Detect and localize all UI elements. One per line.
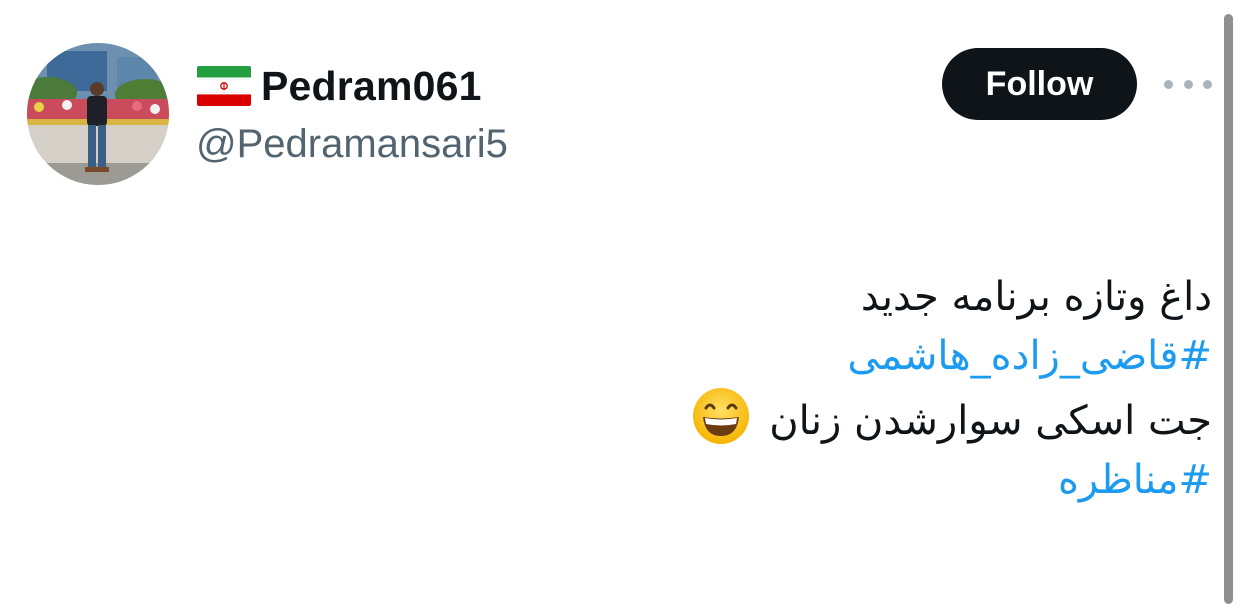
hashtag-link[interactable]: #قاضی_زاده_هاشمی [312,327,1212,386]
author-display-name[interactable]: Pedram061 [261,63,482,110]
iran-flag-icon [197,66,251,106]
tweet-text: داغ وتازه برنامه جدید #قاضی_زاده_هاشمی ج… [312,268,1212,510]
grinning-face-emoji-icon [692,388,749,444]
avatar[interactable] [27,43,169,185]
tweet-text-line-with-emoji: جت اسکی سوارشدن زنان [312,386,1212,451]
follow-button[interactable]: Follow [942,48,1137,120]
tweet-card: Pedram061 @Pedramansari5 Follow داغ وتاز… [0,0,1242,604]
more-horizontal-icon[interactable] [1164,72,1212,96]
tweet-text-line: جت اسکی سوارشدن زنان [769,398,1212,444]
scrollbar[interactable] [1224,14,1233,604]
author-name-row: Pedram061 [197,60,482,112]
hashtag-link[interactable]: #مناظره [312,451,1212,510]
tweet-text-line: داغ وتازه برنامه جدید [860,274,1212,320]
author-handle[interactable]: @Pedramansari5 [196,122,508,167]
